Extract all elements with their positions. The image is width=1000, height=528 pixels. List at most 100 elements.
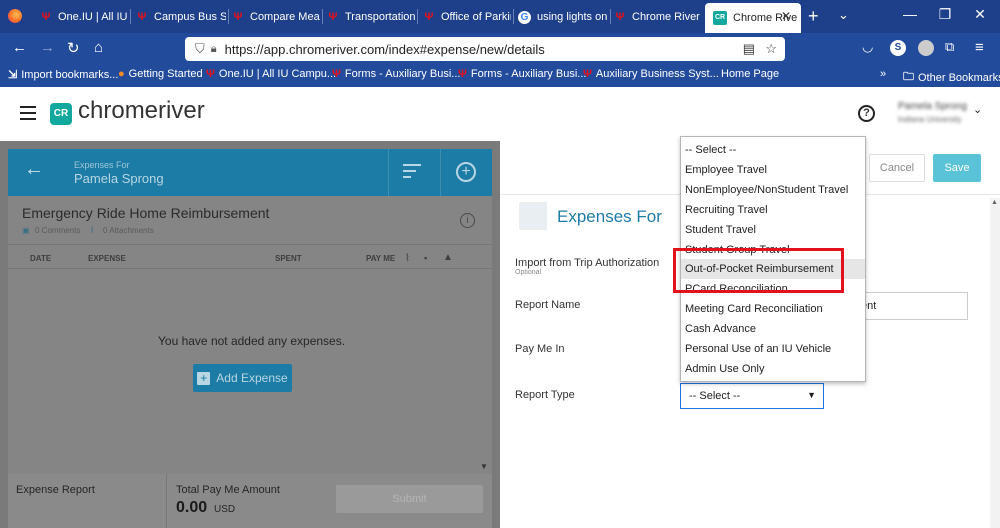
bookmark-aux-business[interactable]: Ψ Auxiliary Business Syst... (583, 68, 719, 80)
tab-google-search[interactable]: G using lights on (518, 4, 608, 30)
iu-trident-icon: Ψ (206, 68, 215, 80)
paperclip-icon: ⌇ (405, 253, 410, 264)
footer-expense-report-label: Expense Report (16, 484, 95, 496)
pocket-icon[interactable]: ◡ (862, 39, 873, 55)
tab-transportation[interactable]: Ψ Transportation (327, 4, 415, 30)
report-icon (519, 202, 547, 230)
option-student-travel[interactable]: Student Travel (685, 224, 756, 236)
shield-icon[interactable]: ⛉ (195, 41, 205, 57)
home-icon[interactable]: ⌂ (94, 39, 103, 56)
expenses-for-label: Expenses For (74, 160, 130, 170)
window-close-icon[interactable]: ✕ (965, 6, 995, 23)
submit-button[interactable]: Submit (336, 485, 483, 513)
report-type-select[interactable]: -- Select -- ▼ (680, 383, 824, 409)
tab-list-chevron-icon[interactable]: ⌄ (838, 7, 849, 23)
address-bar[interactable]: ⛉ 🔒︎ https://app.chromeriver.com/index#e… (185, 37, 785, 61)
attachment-icon: ⌇ (90, 225, 95, 235)
bookmark-forms-2[interactable]: Ψ Forms - Auxiliary Busi... (458, 68, 586, 80)
iu-trident-icon: Ψ (615, 11, 625, 23)
report-name-label: Report Name (515, 299, 581, 311)
reload-icon[interactable]: ↻ (67, 39, 80, 57)
cancel-button[interactable]: Cancel (869, 154, 925, 182)
tab-one-iu[interactable]: Ψ One.IU | All IU (40, 4, 128, 30)
restore-icon[interactable]: ❐ (930, 6, 960, 23)
iu-trident-icon: Ψ (332, 68, 341, 80)
other-bookmarks[interactable]: 🗀 Other Bookmarks (903, 68, 1000, 87)
url-text[interactable]: https://app.chromeriver.com/index#expens… (225, 42, 545, 57)
tab-campus-bus[interactable]: Ψ Campus Bus Se (136, 4, 226, 30)
option-meeting-card[interactable]: Meeting Card Reconciliation (685, 303, 823, 315)
extensions-icon[interactable]: ⧉ (945, 39, 954, 55)
save-button[interactable]: Save (933, 154, 981, 182)
profile-avatar[interactable]: S (890, 40, 906, 56)
user-name[interactable]: Pamela Sprong (898, 101, 967, 112)
expenses-for-name: Pamela Sprong (74, 171, 164, 186)
option-select[interactable]: -- Select -- (685, 144, 736, 156)
bookmarks-overflow-icon[interactable]: » (880, 68, 886, 80)
scroll-up-icon[interactable]: ▲ (991, 199, 998, 206)
add-expense-button[interactable]: + Add Expense (193, 364, 292, 392)
total-currency: USD (214, 504, 236, 515)
import-trip-auth-label: Import from Trip Authorization (515, 257, 660, 269)
tab-compare-meal[interactable]: Ψ Compare Meal (232, 4, 320, 30)
option-cash-advance[interactable]: Cash Advance (685, 323, 756, 335)
right-scrollbar[interactable] (990, 198, 1000, 528)
option-admin-use-only[interactable]: Admin Use Only (685, 363, 764, 375)
chromeriver-logo: chromeriver (78, 97, 205, 124)
user-menu-chevron-icon[interactable]: ⌄ (973, 103, 982, 116)
option-personal-use-vehicle[interactable]: Personal Use of an IU Vehicle (685, 343, 831, 355)
total-pay-me-label: Total Pay Me Amount (176, 484, 280, 496)
iu-trident-icon: Ψ (328, 11, 338, 23)
empty-expenses-message: You have not added any expenses. (158, 334, 346, 348)
bookmark-import[interactable]: ⇲ Import bookmarks... (8, 68, 118, 82)
new-tab-icon[interactable]: + (808, 6, 819, 27)
chromeriver-icon: CR (713, 11, 727, 25)
firefox-icon[interactable] (8, 9, 22, 23)
menu-icon[interactable]: ≡ (975, 39, 984, 56)
lock-icon[interactable]: 🔒︎ (211, 43, 217, 56)
option-nonemployee-travel[interactable]: NonEmployee/NonStudent Travel (685, 184, 848, 196)
import-icon: ⇲ (8, 69, 18, 81)
tab-chrome-river-t[interactable]: Ψ Chrome River T (614, 4, 702, 30)
dropdown-caret-icon: ▼ (807, 390, 816, 400)
bookmark-getting-started[interactable]: ● Getting Started (118, 68, 203, 80)
report-title[interactable]: Emergency Ride Home Reimbursement (22, 205, 269, 221)
tab-office-parking[interactable]: Ψ Office of Parkin (423, 4, 511, 30)
column-pay-me[interactable]: PAY ME (366, 254, 395, 263)
scroll-down-icon[interactable]: ▼ (480, 462, 488, 471)
chromeriver-logo-mark: CR (50, 103, 72, 125)
comments-count[interactable]: 0 Comments (35, 226, 80, 235)
info-icon[interactable]: i (460, 213, 475, 228)
bookmark-home-page[interactable]: Home Page (721, 68, 779, 80)
forward-icon[interactable]: → (40, 39, 55, 56)
bookmark-forms-1[interactable]: Ψ Forms - Auxiliary Busi... (332, 68, 460, 80)
iu-trident-icon: Ψ (424, 11, 434, 23)
close-tab-icon[interactable]: ✕ (781, 9, 791, 23)
iu-trident-icon: Ψ (41, 11, 51, 23)
sort-icon[interactable] (403, 164, 421, 178)
hamburger-menu-icon[interactable] (20, 106, 36, 120)
bookmark-star-icon[interactable]: ☆ (765, 41, 777, 57)
user-org: Indiana University (898, 115, 962, 124)
folder-icon: 🗀 (903, 71, 914, 83)
bookmark-one-iu[interactable]: Ψ One.IU | All IU Campu... (206, 68, 336, 80)
help-icon[interactable]: ? (858, 105, 875, 122)
iu-trident-icon: Ψ (458, 68, 467, 80)
minimize-icon[interactable]: — (895, 6, 925, 22)
column-date[interactable]: DATE (30, 254, 51, 263)
reader-view-icon[interactable]: ▤ (743, 41, 755, 57)
import-optional-label: Optional (515, 269, 542, 276)
back-icon[interactable]: ← (12, 39, 27, 56)
option-employee-travel[interactable]: Employee Travel (685, 164, 767, 176)
column-spent[interactable]: SPENT (275, 254, 302, 263)
account-avatar[interactable] (918, 40, 934, 56)
message-icon: ▪ (424, 253, 428, 263)
add-circle-icon[interactable]: + (456, 162, 476, 182)
option-recruiting-travel[interactable]: Recruiting Travel (685, 204, 768, 216)
highlight-annotation-box (673, 248, 844, 293)
back-arrow-icon[interactable]: ← (24, 158, 44, 181)
expenses-for-heading: Expenses For (557, 207, 662, 226)
attachments-count[interactable]: 0 Attachments (103, 226, 154, 235)
warning-icon: ▲ (443, 252, 453, 263)
column-expense[interactable]: EXPENSE (88, 254, 126, 263)
